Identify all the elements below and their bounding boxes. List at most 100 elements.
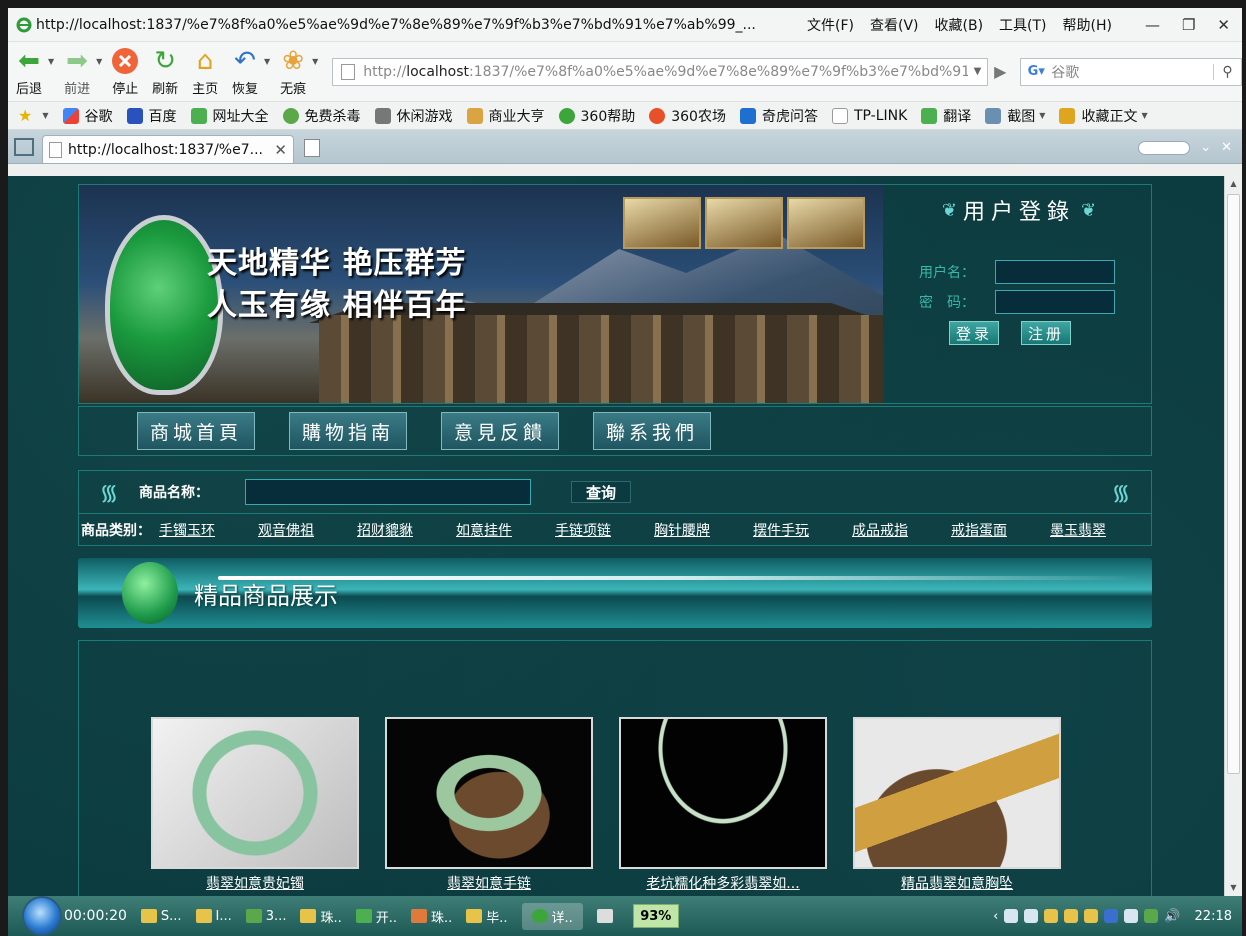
close-icon[interactable]: ✕	[1217, 16, 1230, 34]
qq-icon[interactable]	[1044, 909, 1059, 923]
home-button[interactable]: ⌂ 主页	[186, 46, 224, 97]
fav-business[interactable]: 商业大亨	[466, 106, 545, 126]
taskbar-item[interactable]: S...	[140, 909, 182, 924]
product-image[interactable]	[385, 717, 593, 869]
tray-icon[interactable]	[1024, 909, 1039, 923]
vertical-scrollbar[interactable]: ▲ ▼	[1224, 176, 1242, 896]
fav-qihoo-qa[interactable]: 奇虎问答	[739, 106, 818, 126]
chevron-down-icon[interactable]: ⌄	[1200, 140, 1211, 155]
qq-icon[interactable]	[1084, 909, 1099, 923]
product-name-link[interactable]: 老坑糯化种多彩翡翠如...	[619, 873, 827, 893]
fav-360-farm[interactable]: 360农场	[649, 106, 726, 126]
product-card[interactable]: 翡翠如意手链	[385, 717, 593, 893]
product-card[interactable]: 精品翡翠如意胸坠	[853, 717, 1061, 893]
forward-history-dropdown[interactable]: ▼	[96, 57, 102, 66]
google-icon[interactable]: G▾	[1021, 62, 1051, 82]
favorites-dropdown[interactable]: ▼	[42, 111, 48, 120]
category-link-brooches[interactable]: 胸针腰牌	[654, 520, 753, 540]
tray-icon[interactable]	[1004, 909, 1019, 923]
product-name-link[interactable]: 翡翠如意手链	[385, 873, 593, 893]
product-name-link[interactable]: 翡翠如意贵妃镯	[151, 873, 359, 893]
incognito-dropdown[interactable]: ▼	[312, 57, 318, 66]
category-link-necklaces[interactable]: 手链项链	[555, 520, 654, 540]
nav-home[interactable]: 商城首頁	[137, 412, 255, 450]
shield-icon[interactable]	[1144, 909, 1159, 923]
menu-favorites[interactable]: 收藏(B)	[935, 15, 984, 35]
tray-icon[interactable]	[1124, 909, 1139, 923]
fav-360-help[interactable]: 360帮助	[558, 106, 635, 126]
new-tab-icon[interactable]	[304, 139, 320, 157]
taskbar-item[interactable]: 3...	[245, 909, 286, 924]
tray-icon[interactable]	[1104, 909, 1119, 923]
category-link-ring-cabochons[interactable]: 戒指蛋面	[951, 520, 1050, 540]
login-button[interactable]: 登录	[949, 321, 999, 345]
nav-contact[interactable]: 聯系我們	[593, 412, 711, 450]
query-button[interactable]: 查询	[571, 481, 631, 503]
category-link-black-jade[interactable]: 墨玉翡翠	[1050, 520, 1149, 540]
product-image[interactable]	[151, 717, 359, 869]
restore-button[interactable]: ↶ 恢复	[226, 46, 264, 97]
menu-help[interactable]: 帮助(H)	[1063, 15, 1112, 35]
scroll-thumb[interactable]	[1227, 194, 1240, 774]
fav-tplink[interactable]: TP-LINK	[831, 107, 907, 124]
fav-collect[interactable]: 收藏正文 ▼	[1059, 106, 1148, 126]
nav-shopping-guide[interactable]: 購物指南	[289, 412, 407, 450]
fav-translate[interactable]: 翻译	[921, 106, 971, 126]
volume-icon[interactable]: 🔊	[1164, 909, 1180, 924]
taskbar-item[interactable]: 开..	[355, 907, 397, 926]
product-name-link[interactable]: 精品翡翠如意胸坠	[853, 873, 1061, 893]
username-input[interactable]	[995, 260, 1115, 284]
address-bar[interactable]: http://localhost:1837/%e7%8f%a0%e5%ae%9d…	[332, 57, 989, 86]
nav-feedback[interactable]: 意見反饋	[441, 412, 559, 450]
category-link-guanyin[interactable]: 观音佛祖	[258, 520, 357, 540]
menu-file[interactable]: 文件(F)	[807, 15, 854, 35]
sidebar-toggle-icon[interactable]	[14, 138, 34, 156]
search-icon[interactable]: ⚲	[1213, 63, 1241, 80]
start-button[interactable]	[22, 896, 62, 936]
back-history-dropdown[interactable]: ▼	[48, 57, 54, 66]
address-url[interactable]: http://localhost:1837/%e7%8f%a0%e5%ae%9d…	[363, 64, 967, 80]
scroll-down-icon[interactable]: ▼	[1225, 880, 1242, 896]
restore-window-icon[interactable]: ❐	[1182, 16, 1195, 34]
scroll-up-icon[interactable]: ▲	[1225, 176, 1242, 192]
refresh-button[interactable]: ↻ 刷新	[146, 46, 184, 97]
taskbar-item[interactable]: 珠..	[410, 907, 452, 926]
fav-antivirus[interactable]: 免费杀毒	[282, 106, 361, 126]
menu-view[interactable]: 查看(V)	[870, 15, 919, 35]
category-link-pixiu[interactable]: 招财貔貅	[357, 520, 456, 540]
forward-button[interactable]: ➡ 前进	[58, 46, 96, 97]
search-placeholder[interactable]: 谷歌	[1051, 62, 1213, 82]
tray-expand-icon[interactable]: ‹	[993, 909, 998, 924]
close-tab-icon[interactable]: ✕	[274, 141, 287, 159]
address-dropdown-icon[interactable]: ▼	[968, 66, 988, 77]
search-box[interactable]: G▾ 谷歌 ⚲	[1020, 57, 1242, 86]
back-button[interactable]: ⬅ 后退	[10, 46, 48, 97]
incognito-button[interactable]: ❀ 无痕	[274, 46, 312, 97]
product-card[interactable]: 翡翠如意贵妃镯	[151, 717, 359, 893]
product-name-input[interactable]	[245, 479, 531, 505]
fav-games[interactable]: 休闲游戏	[374, 106, 453, 126]
product-card[interactable]: 老坑糯化种多彩翡翠如...	[619, 717, 827, 893]
go-icon[interactable]: ▶	[988, 58, 1012, 86]
register-button[interactable]: 注册	[1021, 321, 1071, 345]
category-link-rings[interactable]: 成品戒指	[852, 520, 951, 540]
restore-dropdown[interactable]: ▼	[264, 57, 270, 66]
product-image[interactable]	[853, 717, 1061, 869]
taskbar-item[interactable]: 毕..	[466, 907, 508, 926]
category-link-pendants[interactable]: 如意挂件	[456, 520, 555, 540]
taskbar-item-active[interactable]: 详..	[521, 902, 583, 930]
taskbar-item[interactable]: 珠..	[300, 907, 342, 926]
keyboard-icon[interactable]	[596, 909, 613, 923]
fav-google[interactable]: 谷歌	[62, 106, 113, 126]
fav-screenshot[interactable]: 截图 ▼	[985, 106, 1045, 126]
minimize-icon[interactable]: —	[1145, 16, 1160, 34]
favorites-star-icon[interactable]: ★	[18, 106, 32, 125]
tab-search-pill[interactable]	[1138, 140, 1191, 155]
close-icon[interactable]: ✕	[1221, 140, 1232, 155]
category-link-bangles[interactable]: 手镯玉环	[159, 520, 258, 540]
fav-url-directory[interactable]: 网址大全	[190, 106, 269, 126]
menu-tools[interactable]: 工具(T)	[999, 15, 1046, 35]
password-input[interactable]	[995, 290, 1115, 314]
qq-icon[interactable]	[1064, 909, 1079, 923]
tab-current[interactable]: http://localhost:1837/%e7... ✕	[42, 135, 294, 163]
